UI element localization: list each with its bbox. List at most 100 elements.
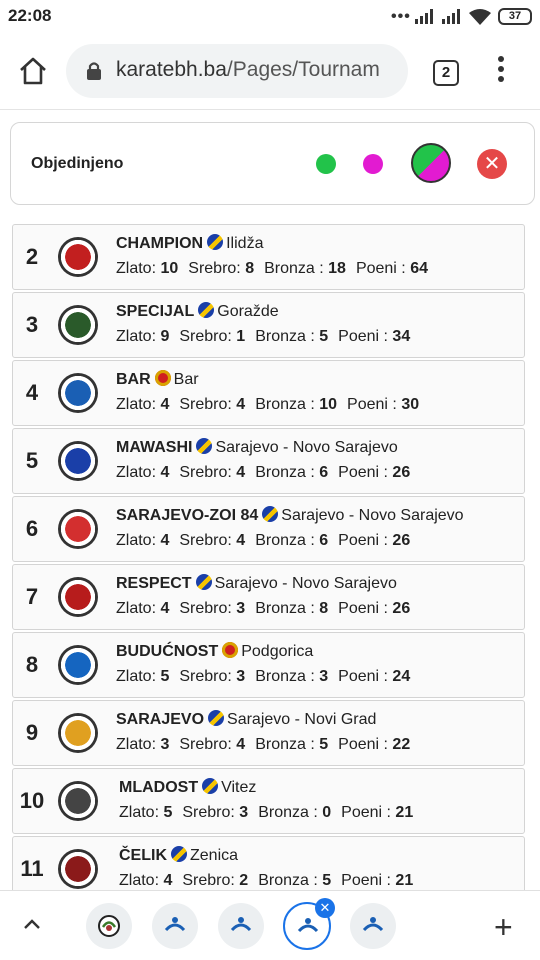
rank-number: 6	[25, 516, 39, 541]
standings-row[interactable]: 4 BAR Bar Zlato: 4 Srebro: 4 Bronza : 10 Poeni…	[12, 360, 525, 426]
gold-count: 4	[163, 872, 173, 889]
silver-count: 2	[239, 872, 249, 889]
home-icon[interactable]	[18, 56, 48, 86]
bronze-label: Bronza :	[255, 668, 315, 685]
rank-number: 7	[25, 584, 39, 609]
club-heading: SARAJEVO Sarajevo - Novi Grad	[116, 710, 376, 729]
bronze-count: 8	[319, 600, 329, 617]
battery-icon: 37	[498, 8, 532, 25]
gold-count: 10	[160, 260, 179, 277]
tab-thumbnail-active[interactable]: ✕	[283, 898, 335, 950]
bronze-label: Bronza :	[258, 804, 318, 821]
standings-row[interactable]: 10 MLADOST Vitez Zlato: 5 Srebro: 3 Bronza : …	[12, 768, 525, 834]
karate-figure-icon	[362, 917, 384, 932]
tab-switcher-button[interactable]: 2	[433, 60, 459, 86]
medal-stats: Zlato: 10 Srebro: 8 Bronza : 18 Poeni : 64	[116, 260, 428, 278]
club-name: BUDUĆNOST	[116, 643, 219, 660]
country-flag-icon	[202, 778, 219, 794]
standings-row[interactable]: 8 BUDUĆNOST Podgorica Zlato: 5 Srebro: 3 Bron…	[12, 632, 525, 698]
new-tab-button[interactable]: +	[494, 911, 513, 943]
address-bar[interactable]: karatebh.ba/Pages/Tournam	[66, 44, 408, 98]
notification-dots-icon: •••	[391, 8, 411, 25]
points-count: 26	[392, 600, 411, 617]
wifi-icon	[469, 9, 491, 25]
silver-count: 3	[236, 600, 246, 617]
club-logo	[58, 645, 98, 685]
gold-label: Zlato:	[116, 668, 157, 685]
combined-filter-dot[interactable]	[411, 143, 451, 183]
bronze-label: Bronza :	[255, 396, 315, 413]
standings-row[interactable]: 5 MAWASHI Sarajevo - Novo Sarajevo Zlato: 4…	[12, 428, 525, 494]
club-name: SARAJEVO-ZOI 84	[116, 507, 259, 524]
medal-stats: Zlato: 4 Srebro: 2 Bronza : 5 Poeni : 21	[119, 872, 413, 890]
club-heading: CHAMPION Ilidža	[116, 234, 263, 253]
bronze-label: Bronza :	[255, 600, 315, 617]
chevron-up-icon[interactable]	[22, 917, 42, 931]
silver-label: Srebro:	[179, 532, 232, 549]
club-heading: SPECIJAL Goražde	[116, 302, 279, 321]
silver-label: Srebro:	[182, 804, 235, 821]
tab-thumbnail-1[interactable]	[86, 903, 132, 949]
country-flag-icon	[262, 506, 279, 522]
club-logo	[58, 237, 98, 277]
standings-row[interactable]: 11 ČELIK Zenica Zlato: 4 Srebro: 2 Bronza : 5…	[12, 836, 525, 890]
club-logo	[58, 441, 98, 481]
browser-toolbar: karatebh.ba/Pages/Tournam 2	[0, 34, 540, 110]
signal-icon-2	[442, 9, 460, 24]
gold-count: 9	[160, 328, 170, 345]
points-label: Poeni :	[347, 396, 397, 413]
tab-thumbnail-2[interactable]	[152, 903, 198, 949]
gold-label: Zlato:	[116, 532, 157, 549]
silver-count: 4	[236, 736, 246, 753]
rank-number: 11	[20, 856, 44, 881]
standings-row[interactable]: 7 RESPECT Sarajevo - Novo Sarajevo Zlato: 4…	[12, 564, 525, 630]
pink-filter-dot[interactable]	[363, 154, 383, 174]
green-filter-dot[interactable]	[316, 154, 336, 174]
bronze-label: Bronza :	[255, 328, 315, 345]
club-heading: MLADOST Vitez	[119, 778, 256, 797]
club-name: MLADOST	[119, 779, 199, 796]
bronze-label: Bronza :	[255, 532, 315, 549]
lock-icon	[87, 62, 101, 80]
club-logo	[58, 373, 98, 413]
silver-label: Srebro:	[179, 328, 232, 345]
bronze-label: Bronza :	[255, 464, 315, 481]
tab-thumbnail-3[interactable]	[218, 903, 264, 949]
silver-count: 4	[236, 532, 246, 549]
close-tab-icon[interactable]: ✕	[315, 898, 335, 918]
medal-stats: Zlato: 4 Srebro: 4 Bronza : 6 Poeni : 26	[116, 464, 410, 482]
points-label: Poeni :	[341, 804, 391, 821]
results-list: 2 CHAMPION Ilidža Zlato: 10 Srebro: 8 Bronza …	[0, 214, 540, 890]
silver-count: 3	[239, 804, 249, 821]
silver-label: Srebro:	[179, 396, 232, 413]
club-name: SPECIJAL	[116, 303, 195, 320]
club-city: Ilidža	[226, 235, 264, 252]
club-logo	[58, 713, 98, 753]
url-path: /Pages/Tournam	[226, 58, 380, 81]
club-name: MAWASHI	[116, 439, 193, 456]
standings-row[interactable]: 9 SARAJEVO Sarajevo - Novi Grad Zlato: 3 Sre…	[12, 700, 525, 766]
bronze-count: 10	[319, 396, 338, 413]
silver-label: Srebro:	[179, 600, 232, 617]
standings-row[interactable]: 2 CHAMPION Ilidža Zlato: 10 Srebro: 8 Bronza …	[12, 224, 525, 290]
karate-figure-icon	[297, 918, 319, 933]
rank-number: 5	[25, 448, 39, 473]
clear-filter-button[interactable]: ✕	[477, 149, 507, 179]
club-city: Vitez	[221, 779, 257, 796]
gold-label: Zlato:	[119, 872, 160, 889]
overflow-menu-icon[interactable]	[494, 56, 508, 88]
club-logo	[58, 781, 98, 821]
rank-number: 3	[25, 312, 39, 337]
bronze-count: 0	[322, 804, 332, 821]
standings-row[interactable]: 3 SPECIJAL Goražde Zlato: 9 Srebro: 1 Bronza …	[12, 292, 525, 358]
country-flag-icon	[195, 574, 212, 590]
points-count: 64	[410, 260, 428, 277]
club-city: Podgorica	[241, 643, 314, 660]
gold-count: 4	[160, 532, 170, 549]
tab-thumbnail-5[interactable]	[350, 903, 396, 949]
bronze-count: 5	[319, 736, 329, 753]
rank-number: 8	[25, 652, 39, 677]
standings-row[interactable]: 6 SARAJEVO-ZOI 84 Sarajevo - Novo Sarajevo…	[12, 496, 525, 562]
gold-label: Zlato:	[116, 736, 157, 753]
gold-count: 5	[160, 668, 170, 685]
